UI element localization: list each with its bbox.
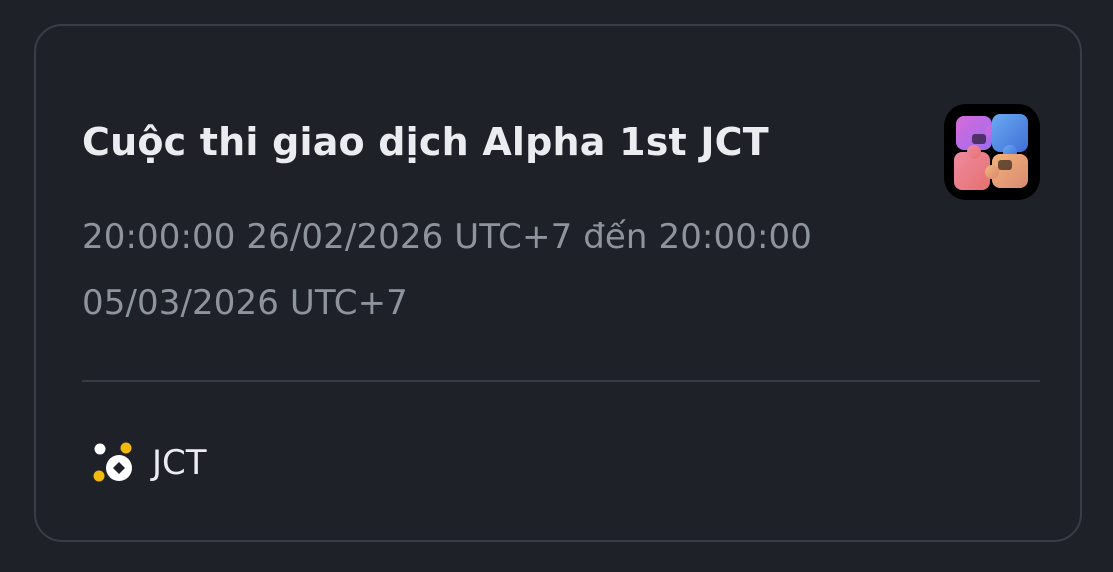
alpha-token-icon xyxy=(93,442,132,482)
puzzle-logo-icon xyxy=(944,104,1040,200)
competition-card[interactable]: Cuộc thi giao dịch Alpha 1st JCT 20:00:0… xyxy=(34,24,1082,542)
token-row[interactable]: JCT xyxy=(88,438,207,488)
divider xyxy=(82,380,1040,382)
competition-title: Cuộc thi giao dịch Alpha 1st JCT xyxy=(82,120,769,164)
token-symbol: JCT xyxy=(152,443,207,483)
competition-time-range: 20:00:00 26/02/2026 UTC+7 đến 20:00:00 0… xyxy=(82,217,812,323)
